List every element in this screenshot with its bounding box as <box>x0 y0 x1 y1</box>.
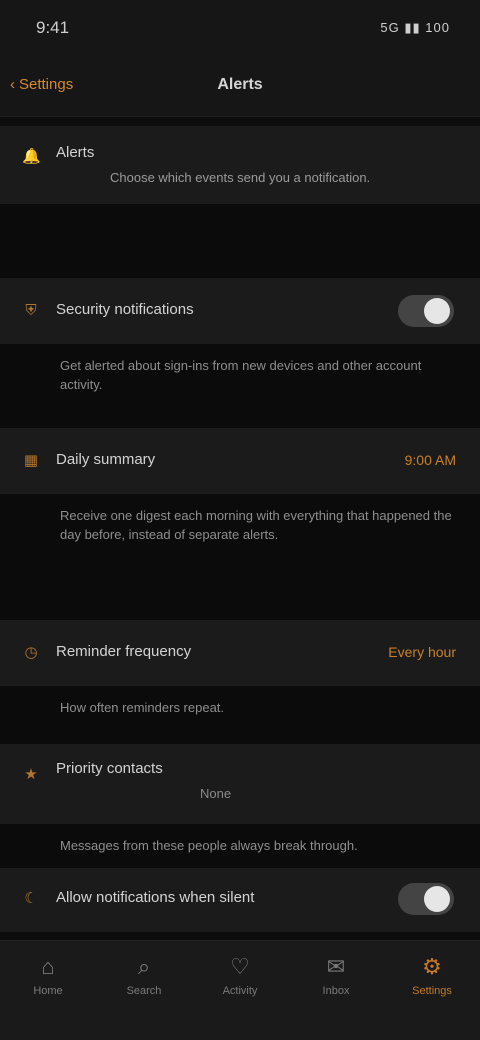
alerts-description: Choose which events send you a notificat… <box>110 170 371 185</box>
alerts-spacer <box>0 204 480 278</box>
heart-icon: ♡ <box>230 954 250 979</box>
tab-bar: ⌂ Home ⌕ Search ♡ Activity ✉ Inbox ⚙ Set… <box>0 940 480 1040</box>
priority-contacts-description: Messages from these people always break … <box>0 824 480 868</box>
tab-label: Inbox <box>322 985 350 997</box>
allow-when-silent-toggle[interactable] <box>398 883 454 915</box>
reminder-frequency-value: Every hour <box>388 644 456 660</box>
bell-icon: 🔔 <box>22 148 41 165</box>
priority-contacts-sublabel: None <box>200 786 232 801</box>
tab-label: Search <box>126 985 162 997</box>
reminder-frequency-description: How often reminders repeat. <box>0 686 480 744</box>
security-notifications-description: Get alerted about sign-ins from new devi… <box>0 344 480 428</box>
alerts-row: 🔔 Alerts Choose which events send you a … <box>0 126 480 204</box>
tab-search[interactable]: ⌕ Search <box>104 953 184 997</box>
toggle-knob <box>424 298 450 324</box>
reminder-frequency-label: Reminder frequency <box>56 643 192 660</box>
status-bar: 9:41 5G ▮▮ 100 <box>0 0 480 56</box>
reminder-frequency-row[interactable]: ◷ Reminder frequency Every hour <box>0 620 480 686</box>
tab-label: Home <box>33 985 63 997</box>
calendar-icon: ▦ <box>23 452 39 469</box>
priority-contacts-row[interactable]: ★ Priority contacts None <box>0 744 480 824</box>
daily-summary-label: Daily summary <box>56 451 156 468</box>
allow-when-silent-row[interactable]: ☾ Allow notifications when silent <box>0 868 480 932</box>
daily-summary-row[interactable]: ▦ Daily summary 9:00 AM <box>0 428 480 494</box>
star-icon: ★ <box>24 766 38 783</box>
security-notifications-toggle[interactable] <box>398 295 454 327</box>
tab-label: Activity <box>222 985 258 997</box>
tab-home[interactable]: ⌂ Home <box>8 953 88 997</box>
mail-icon: ✉ <box>326 954 346 979</box>
gear-icon: ⚙ <box>422 954 442 979</box>
shield-icon: ⛨ <box>25 302 37 319</box>
security-notifications-label: Security notifications <box>56 301 194 318</box>
status-indicators: 5G ▮▮ 100 <box>380 20 450 35</box>
priority-contacts-label: Priority contacts <box>56 760 163 777</box>
tab-inbox[interactable]: ✉ Inbox <box>296 953 376 997</box>
status-time: 9:41 <box>36 18 70 37</box>
toggle-knob <box>424 886 450 912</box>
tab-settings[interactable]: ⚙ Settings <box>392 953 472 997</box>
daily-summary-value: 9:00 AM <box>404 452 456 468</box>
moon-icon: ☾ <box>24 890 38 907</box>
daily-summary-description: Receive one digest each morning with eve… <box>0 494 480 620</box>
search-icon: ⌕ <box>137 954 151 979</box>
home-icon: ⌂ <box>41 954 55 979</box>
clock-icon: ◷ <box>24 644 38 661</box>
tab-activity[interactable]: ♡ Activity <box>200 953 280 997</box>
security-notifications-row[interactable]: ⛨ Security notifications <box>0 278 480 344</box>
tab-label: Settings <box>412 985 452 997</box>
alerts-label: Alerts <box>56 144 95 161</box>
top-nav: ‹ Settings Alerts <box>0 56 480 117</box>
allow-when-silent-label: Allow notifications when silent <box>56 889 255 906</box>
page-title: Alerts <box>217 76 263 93</box>
